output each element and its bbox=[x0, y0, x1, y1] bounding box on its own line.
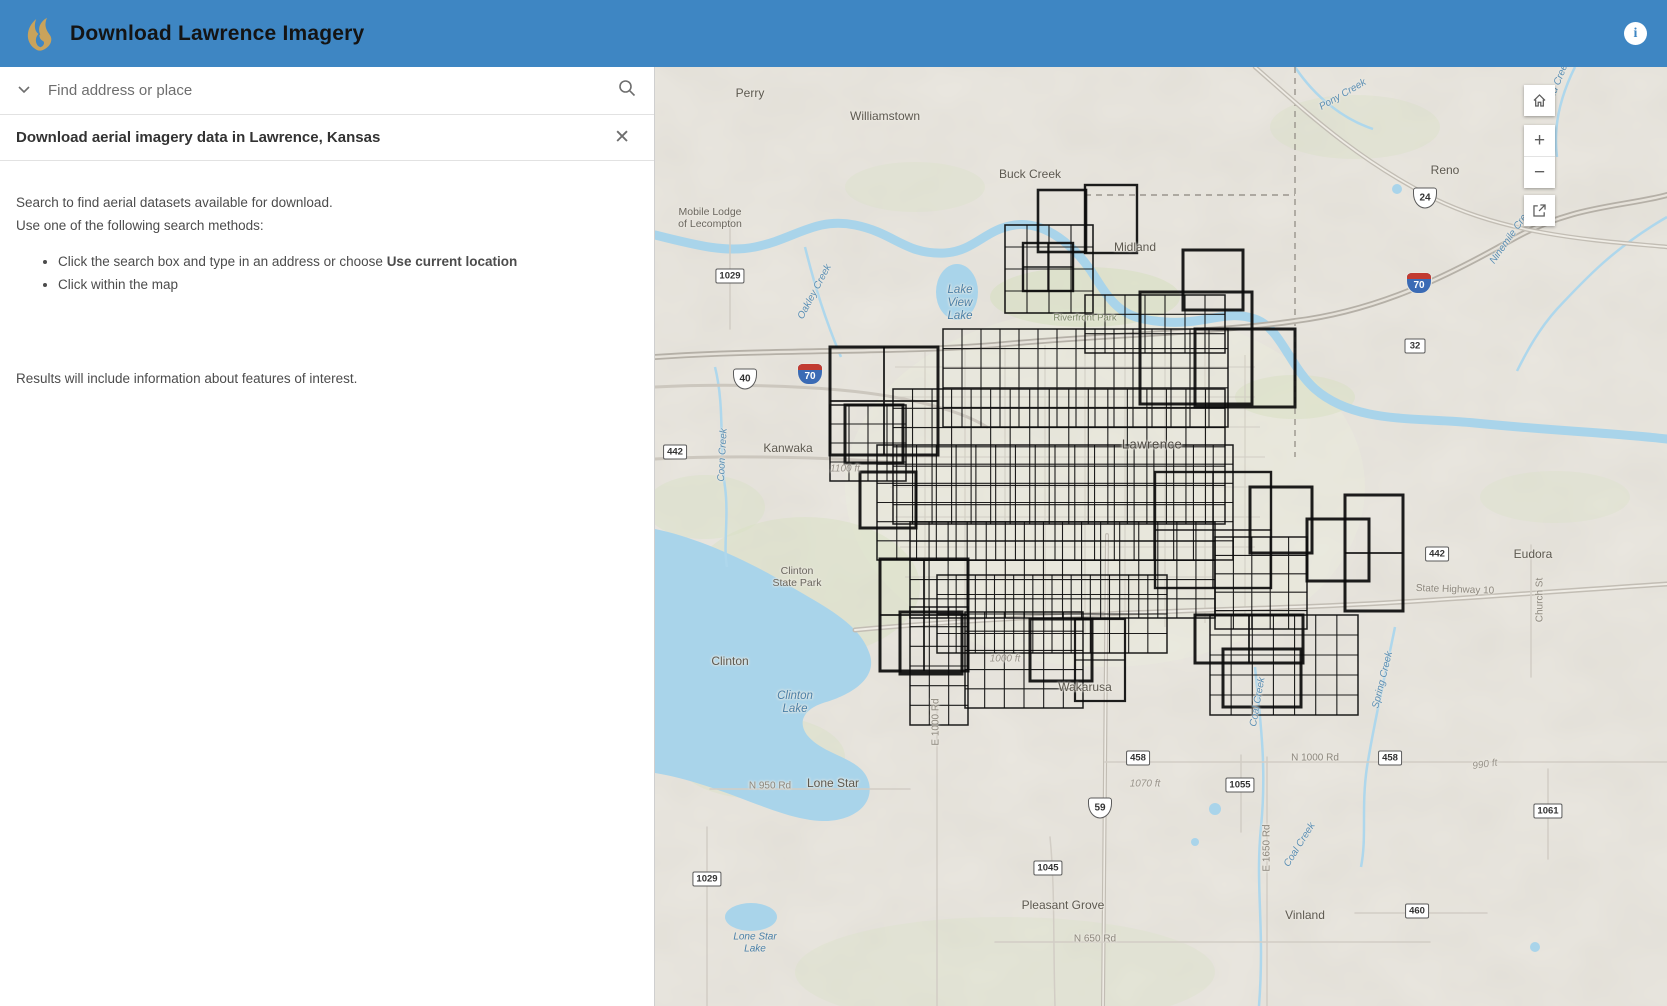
search-method-address: Click the search box and type in an addr… bbox=[58, 250, 636, 273]
home-button[interactable] bbox=[1524, 85, 1555, 116]
lawrence-logo-icon bbox=[20, 12, 56, 56]
search-bar bbox=[0, 67, 654, 115]
zoom-control: + − bbox=[1524, 125, 1555, 188]
home-icon bbox=[1531, 92, 1548, 109]
zoom-out-button[interactable]: − bbox=[1524, 157, 1555, 188]
app-header: Download Lawrence Imagery i bbox=[0, 0, 1667, 67]
search-icon bbox=[618, 79, 636, 97]
panel-title: Download aerial imagery data in Lawrence… bbox=[16, 129, 606, 146]
search-input[interactable] bbox=[48, 82, 610, 99]
side-panel: Download aerial imagery data in Lawrence… bbox=[0, 67, 655, 1006]
info-button[interactable]: i bbox=[1624, 22, 1647, 45]
use-current-location-text: Use current location bbox=[387, 254, 518, 269]
basemap bbox=[655, 67, 1667, 1006]
search-source-dropdown[interactable] bbox=[18, 85, 48, 97]
close-icon[interactable]: ✕ bbox=[606, 124, 638, 151]
export-icon bbox=[1531, 202, 1548, 219]
map-canvas[interactable]: PerryWilliamstownBuck CreekRenoMidlandMo… bbox=[655, 67, 1667, 1006]
export-button[interactable] bbox=[1524, 195, 1555, 226]
intro-line-1: Search to find aerial datasets available… bbox=[16, 191, 636, 214]
page-title: Download Lawrence Imagery bbox=[70, 22, 364, 46]
search-method-address-text: Click the search box and type in an addr… bbox=[58, 254, 387, 269]
chevron-down-icon bbox=[18, 86, 30, 94]
search-button[interactable] bbox=[610, 79, 636, 102]
results-note: Results will include information about f… bbox=[16, 367, 636, 390]
search-method-map: Click within the map bbox=[58, 273, 636, 296]
zoom-in-button[interactable]: + bbox=[1524, 125, 1555, 156]
intro-line-2: Use one of the following search methods: bbox=[16, 214, 636, 237]
panel-title-row: Download aerial imagery data in Lawrence… bbox=[0, 115, 654, 161]
search-methods-list: Click the search box and type in an addr… bbox=[58, 250, 636, 296]
panel-body: Search to find aerial datasets available… bbox=[0, 161, 654, 390]
